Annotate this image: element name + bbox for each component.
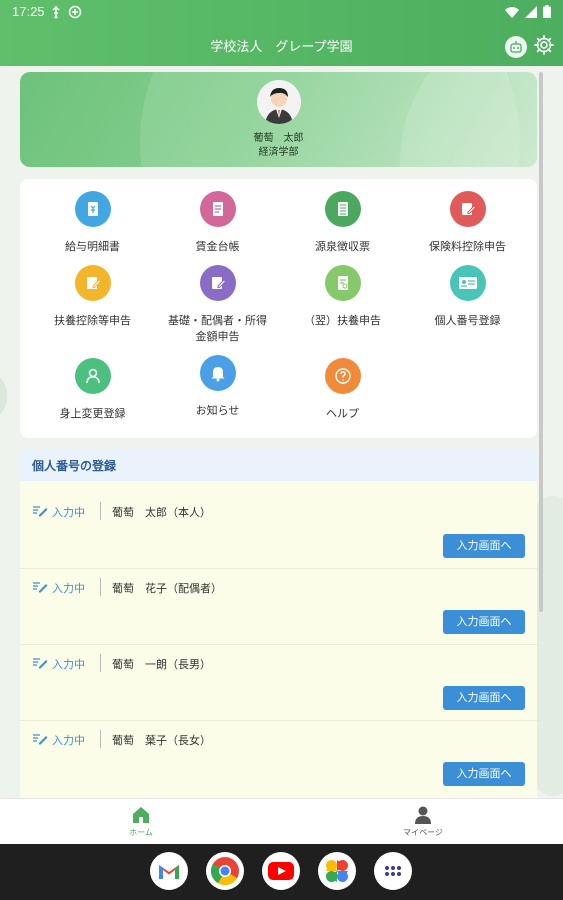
gmail-icon[interactable] <box>150 852 188 890</box>
tab-mypage[interactable]: マイページ <box>383 805 463 838</box>
menu-item-notice[interactable]: お知らせ <box>155 355 280 419</box>
system-taskbar <box>0 844 563 900</box>
menu-item-next-dependent[interactable]: （翌）扶養申告 <box>280 265 405 329</box>
list-item: 入力中 葡萄 太郎（本人） 入力画面へ <box>20 493 537 569</box>
avatar <box>257 80 301 124</box>
status-badge: 入力中 <box>32 731 85 748</box>
menu-item-label: 給与明細書 <box>65 240 120 253</box>
menu-item-label: 賃金台帳 <box>195 240 240 253</box>
edit-icon <box>32 503 48 520</box>
status-time: 17:25 <box>12 4 45 19</box>
id-registration-section: 個人番号の登録 入力中 葡萄 太郎（本人） 入力画面へ 入力中 葡萄 花子（配偶… <box>20 449 537 798</box>
photos-icon[interactable] <box>318 852 356 890</box>
menu-item-payslip[interactable]: 給与明細書 <box>30 191 155 255</box>
tab-label: マイページ <box>403 828 443 837</box>
person-name: 葡萄 太郎（本人） <box>112 506 211 519</box>
list-item: 入力中 葡萄 一朗（長男） 入力画面へ <box>20 645 537 721</box>
basic-edit-icon <box>199 265 236 301</box>
menu-grid: 給与明細書 賃金台帳 源泉徴収票 保険料控除申告 扶養控除等申告 基礎・配偶者・… <box>20 179 537 438</box>
usb-icon <box>50 5 62 23</box>
menu-item-basic[interactable]: 基礎・配偶者・所得 金額申告 <box>155 265 280 345</box>
menu-item-label: ヘルプ <box>326 407 359 420</box>
person-name: 葡萄 葉子（長女） <box>112 734 211 747</box>
wifi-icon <box>505 6 519 22</box>
menu-item-label: 扶養控除等申告 <box>54 314 131 327</box>
withholding-slip-icon <box>324 191 361 227</box>
battery-icon <box>543 5 551 22</box>
menu-item-label: お知らせ <box>195 404 240 417</box>
ledger-icon <box>199 191 236 227</box>
menu-item-label: 基礎・配偶者・所得 金額申告 <box>168 314 267 343</box>
person-name: 葡萄 花子（配偶者） <box>112 582 222 595</box>
input-screen-button[interactable]: 入力画面へ <box>443 610 525 634</box>
id-card-icon <box>449 265 486 301</box>
profile-name: 葡萄 太郎 <box>253 133 304 144</box>
profile-department: 経済学部 <box>258 147 299 158</box>
chrome-icon[interactable] <box>206 852 244 890</box>
tab-label: ホーム <box>129 828 153 837</box>
menu-item-personal-change[interactable]: 身上変更登録 <box>30 358 155 422</box>
list-item: 入力中 葡萄 葉子（長女） 入力画面へ <box>20 721 537 797</box>
status-bar: 17:25 <box>0 0 563 26</box>
menu-item-insurance[interactable]: 保険料控除申告 <box>405 191 530 255</box>
menu-item-label: 源泉徴収票 <box>315 240 370 253</box>
youtube-icon[interactable] <box>262 852 300 890</box>
section-title: 個人番号の登録 <box>20 449 537 481</box>
insurance-edit-icon <box>449 191 486 227</box>
edit-icon <box>32 579 48 596</box>
status-badge: 入力中 <box>32 503 85 520</box>
status-badge: 入力中 <box>32 579 85 596</box>
input-screen-button[interactable]: 入力画面へ <box>443 534 525 558</box>
menu-item-dependent[interactable]: 扶養控除等申告 <box>30 265 155 329</box>
bell-icon <box>199 355 236 391</box>
user-icon <box>413 805 433 825</box>
sync-icon <box>68 5 82 23</box>
input-screen-button[interactable]: 入力画面へ <box>443 762 525 786</box>
menu-item-help[interactable]: ヘルプ <box>280 358 405 422</box>
menu-item-label: 保険料控除申告 <box>429 240 506 253</box>
app-drawer-icon[interactable] <box>374 852 412 890</box>
bottom-nav: ホーム マイページ <box>0 798 563 844</box>
menu-item-label: 身上変更登録 <box>59 407 126 420</box>
person-icon <box>74 358 111 394</box>
app-header: 17:25 学校法人 グレープ学園 <box>0 0 563 66</box>
page-title: 学校法人 グレープ学園 <box>210 39 353 54</box>
person-name: 葡萄 一朗（長男） <box>112 658 211 671</box>
menu-item-withholding[interactable]: 源泉徴収票 <box>280 191 405 255</box>
scrollbar[interactable] <box>539 72 543 612</box>
input-screen-button[interactable]: 入力画面へ <box>443 686 525 710</box>
signal-icon <box>525 5 537 22</box>
status-badge: 入力中 <box>32 655 85 672</box>
home-icon <box>131 805 151 825</box>
next-dependent-icon <box>324 265 361 301</box>
edit-icon <box>32 731 48 748</box>
payslip-icon <box>74 191 111 227</box>
dependent-edit-icon <box>74 265 111 301</box>
help-icon <box>324 358 361 394</box>
menu-item-label: （翌）扶養申告 <box>304 314 381 327</box>
profile-card[interactable]: 葡萄 太郎 経済学部 <box>20 72 537 167</box>
robot-assistant-icon[interactable] <box>505 36 527 58</box>
menu-item-ledger[interactable]: 賃金台帳 <box>155 191 280 255</box>
menu-item-label: 個人番号登録 <box>434 314 501 327</box>
list-item: 入力中 葡萄 花子（配偶者） 入力画面へ <box>20 569 537 645</box>
edit-icon <box>32 655 48 672</box>
menu-item-id-registration[interactable]: 個人番号登録 <box>405 265 530 329</box>
tab-home[interactable]: ホーム <box>101 805 181 838</box>
gear-icon[interactable] <box>533 34 555 60</box>
